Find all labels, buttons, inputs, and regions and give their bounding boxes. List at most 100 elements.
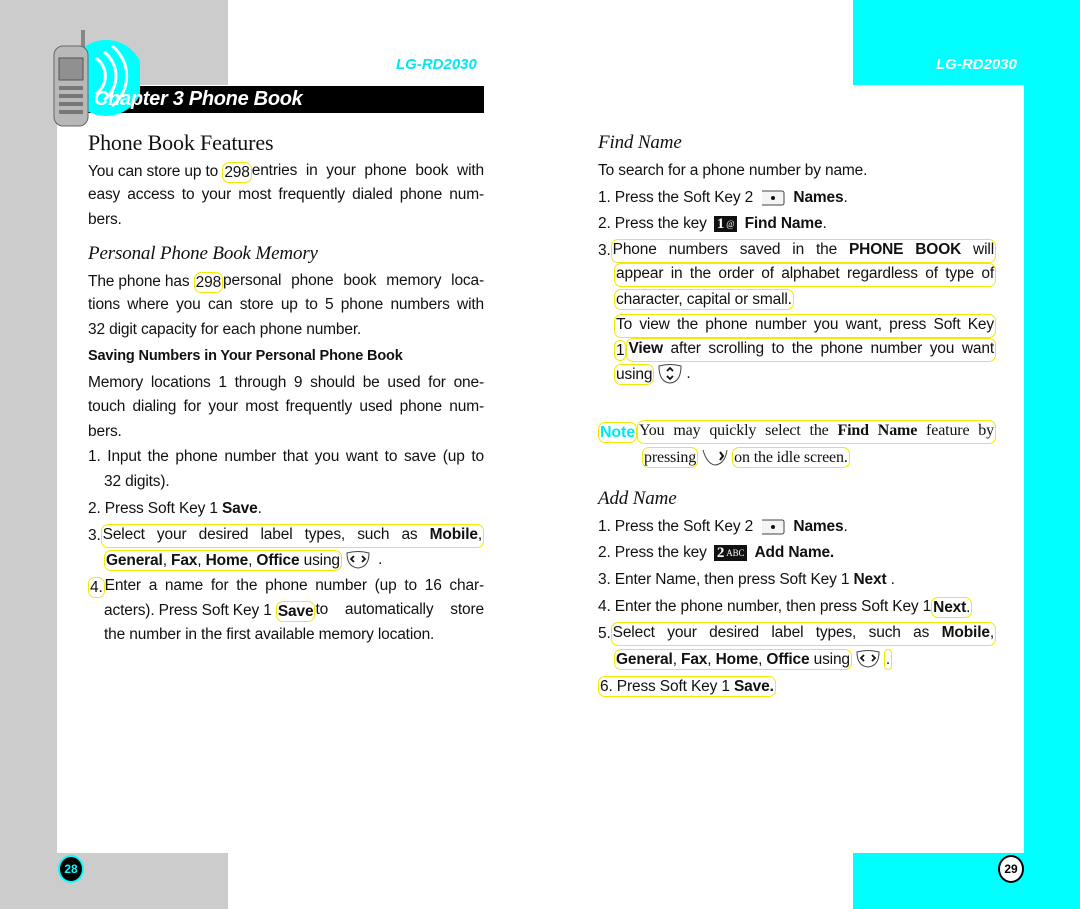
page-number-right: 29 bbox=[998, 855, 1024, 883]
text: character, capital or small. bbox=[616, 290, 792, 308]
highlighted-text: 298 bbox=[193, 271, 224, 293]
text: 298 bbox=[195, 273, 222, 291]
text: touch dialing for your most frequently u… bbox=[88, 398, 484, 415]
text: . bbox=[822, 215, 827, 232]
text-line: character, capital or small. bbox=[614, 287, 996, 311]
text: You may quickly select the bbox=[638, 422, 838, 439]
text: . bbox=[257, 500, 262, 517]
highlighted-text: General, Fax, Home, Office using bbox=[614, 648, 852, 670]
up-down-nav-key-icon bbox=[657, 363, 683, 385]
bold-text: Names bbox=[793, 189, 844, 206]
text: 2. Press Soft Key 1 bbox=[88, 500, 222, 517]
text: 1. Input the phone number that you want … bbox=[88, 448, 484, 465]
text-line: 32 digit capacity for each phone number. bbox=[88, 318, 484, 342]
text-line: Memory locations 1 through 9 should be u… bbox=[88, 372, 484, 396]
text: Saving Numbers in Your Personal Phone Bo… bbox=[88, 348, 403, 364]
text: Select your desired label types, such as bbox=[102, 526, 430, 543]
text: acters). Press Soft Key 1 bbox=[104, 602, 276, 619]
text: Memory locations 1 through 9 should be u… bbox=[88, 374, 484, 391]
highlighted-text: . bbox=[883, 648, 893, 670]
text-line: You can store up to 298 entries in your p… bbox=[88, 160, 484, 184]
bold-text: Names bbox=[793, 518, 844, 535]
text: . bbox=[843, 189, 848, 206]
text: 32 digit capacity for each phone number. bbox=[88, 321, 362, 338]
text-line: 1. Press the Soft Key 2 Names. bbox=[598, 186, 996, 210]
text-line: To search for a phone number by name. bbox=[598, 159, 996, 183]
bold-text: Office bbox=[766, 650, 810, 668]
text: 4. Enter the phone number, then press So… bbox=[598, 598, 932, 615]
bold-text: Fax bbox=[681, 650, 708, 668]
text-line: General, Fax, Home, Office using. bbox=[614, 647, 996, 671]
highlighted-text: using bbox=[614, 363, 655, 385]
key-digit: 2 bbox=[716, 544, 725, 561]
text: to automatically store bbox=[315, 601, 484, 618]
key-letters: ABC bbox=[726, 548, 745, 558]
text-group: Memory locations 1 through 9 should be u… bbox=[88, 373, 484, 395]
text: 2. Press the key bbox=[598, 544, 711, 561]
text-line: 1. Press the Soft Key 2 Names. bbox=[598, 515, 996, 539]
highlighted-text: 1 bbox=[614, 339, 627, 361]
note-line: pressing on the idle screen. bbox=[642, 445, 996, 469]
text: Personal Phone Book Memory bbox=[88, 243, 318, 264]
text: after scrolling to the phone number you … bbox=[662, 340, 995, 357]
right-bottom-panel bbox=[853, 853, 1080, 909]
text: bers. bbox=[88, 211, 122, 228]
left-bottom-panel bbox=[0, 853, 228, 909]
text: , bbox=[672, 650, 682, 668]
bold-text: Next bbox=[933, 598, 967, 616]
highlighted-text: Select your desired label types, such as… bbox=[100, 524, 484, 548]
text-line: touch dialing for your most frequently u… bbox=[88, 396, 484, 420]
text-line: appear in the order of alphabet regardle… bbox=[614, 263, 996, 287]
highlighted-text: General, Fax, Home, Office using bbox=[104, 549, 342, 571]
text: feature by bbox=[917, 422, 994, 439]
text: tions where you can store up to 5 phone … bbox=[88, 296, 484, 313]
right-margin-panel bbox=[1024, 0, 1080, 909]
highlighted-text: pressing bbox=[642, 446, 699, 468]
model-name-right: LG-RD2030 bbox=[936, 56, 1017, 73]
text-group: Enter a name for the phone number (up to… bbox=[105, 576, 484, 598]
text-group: 1. Input the phone number that you want … bbox=[88, 447, 484, 469]
text-line: 3. Select your desired label types, such … bbox=[88, 524, 484, 548]
text: the number in the first available memory… bbox=[104, 626, 435, 643]
text: 3. Enter Name, then press Soft Key 1 bbox=[598, 571, 854, 588]
text: , bbox=[477, 526, 482, 543]
text: 3. bbox=[88, 527, 101, 544]
text-line: 2. Press Soft Key 1 Save. bbox=[88, 497, 484, 521]
text-line: 1. Input the phone number that you want … bbox=[88, 446, 484, 470]
highlighted-text: You may quickly select the Find Name fea… bbox=[636, 420, 996, 444]
bold-text: PHONE BOOK bbox=[848, 241, 962, 258]
bold-text: View bbox=[628, 340, 663, 357]
text: . bbox=[686, 365, 691, 382]
text-line: 32 digits). bbox=[104, 470, 484, 494]
text-line: bers. bbox=[88, 208, 484, 232]
text: 2. Press the key bbox=[598, 215, 711, 232]
highlighted-text: To view the phone number you want, press… bbox=[614, 314, 996, 338]
bold-text: General bbox=[616, 650, 673, 668]
text-line: 1 View after scrolling to the phone numbe… bbox=[614, 338, 996, 362]
text-line: To view the phone number you want, press… bbox=[614, 314, 996, 338]
text-line: 6. Press Soft Key 1 Save. bbox=[598, 674, 996, 698]
text-line: using. bbox=[614, 362, 996, 386]
text: Phone numbers saved in the bbox=[612, 241, 849, 258]
text: , bbox=[162, 551, 172, 569]
text: 5. bbox=[598, 625, 611, 642]
key-1-icon: 1 @ bbox=[713, 216, 738, 232]
text: bers. bbox=[88, 423, 122, 440]
text-group: touch dialing for your most frequently u… bbox=[88, 397, 484, 419]
text: To view the phone number you want, press… bbox=[616, 316, 994, 333]
subsection-title: Personal Phone Book Memory bbox=[88, 242, 484, 266]
bold-text: Home bbox=[205, 551, 249, 569]
key-letters: @ bbox=[726, 219, 735, 229]
model-name-left: LG-RD2030 bbox=[396, 56, 477, 73]
text: You can store up to bbox=[88, 163, 223, 180]
text: . bbox=[843, 518, 848, 535]
text: using bbox=[809, 650, 850, 668]
text-line: 3. Enter Name, then press Soft Key 1 Nex… bbox=[598, 568, 996, 592]
text: . bbox=[373, 551, 383, 568]
text: To search for a phone number by name. bbox=[598, 162, 868, 179]
section-title: Phone Book Features bbox=[88, 130, 484, 155]
text: . bbox=[886, 571, 895, 588]
text: personal phone book memory loca- bbox=[223, 272, 484, 289]
note-line: Note You may quickly select the Find Name… bbox=[598, 420, 996, 444]
highlighted-text: Save bbox=[275, 600, 316, 622]
